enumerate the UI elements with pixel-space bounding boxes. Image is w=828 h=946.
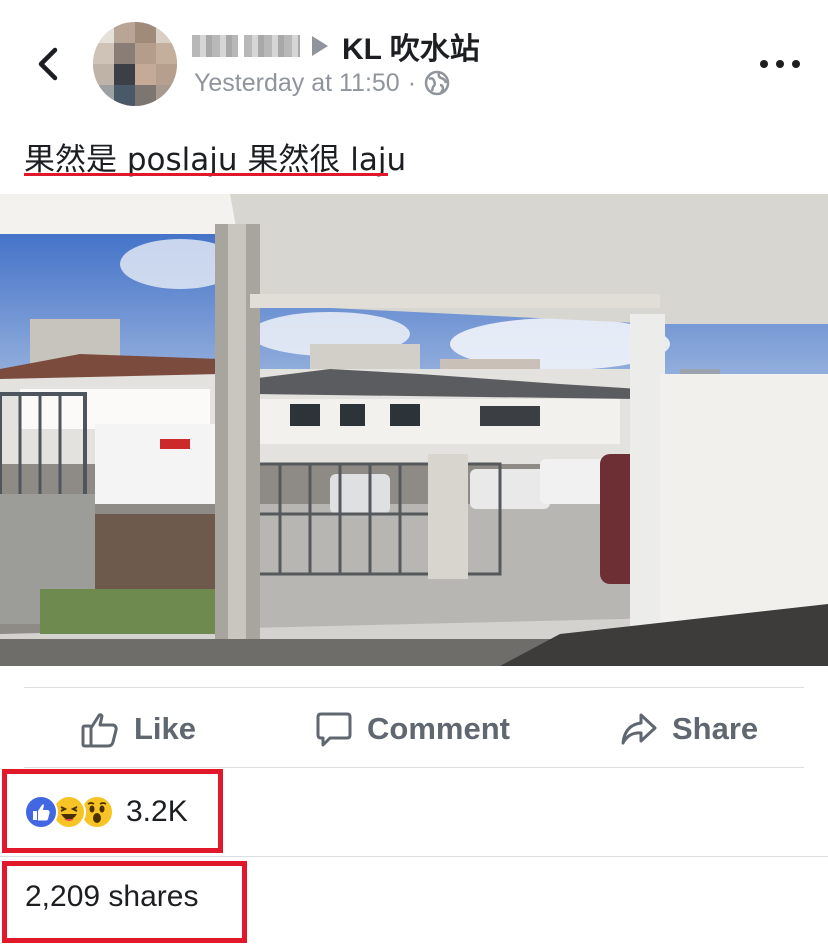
actions-divider-top: [24, 687, 804, 688]
thumbs-up-icon: [81, 713, 118, 748]
video-player[interactable]: [0, 194, 828, 666]
more-horizontal-icon: [760, 60, 768, 68]
author-line: KL 吹水站: [192, 26, 480, 66]
like-label: Like: [134, 711, 197, 746]
share-button[interactable]: Share: [620, 700, 758, 758]
post-header: KL 吹水站 Yesterday at 11:50 ·: [0, 0, 828, 120]
author-name-blurred[interactable]: [192, 35, 300, 57]
caption-highlight-underline: [24, 173, 388, 176]
comment-button[interactable]: Comment: [315, 700, 510, 758]
share-label: Share: [672, 711, 759, 746]
actions-divider-bottom: [24, 767, 804, 768]
group-name[interactable]: KL 吹水站: [342, 24, 480, 68]
share-count[interactable]: 2,209 shares: [25, 880, 198, 914]
more-options-button[interactable]: [760, 52, 800, 76]
comment-bubble-icon: [316, 712, 352, 747]
share-arrow-icon: [621, 713, 657, 745]
video-frame-image: [0, 194, 828, 666]
posted-to-arrow-icon: [312, 36, 328, 56]
meta-separator: ·: [407, 68, 417, 97]
like-button[interactable]: Like: [80, 700, 196, 758]
back-button[interactable]: [30, 44, 64, 84]
avatar-pixelated-image: [93, 22, 177, 106]
comment-label: Comment: [367, 711, 510, 746]
reactions-summary[interactable]: 3.2K: [24, 789, 188, 835]
reaction-count: 3.2K: [126, 795, 188, 828]
post-meta: Yesterday at 11:50 ·: [194, 66, 450, 100]
avatar[interactable]: [93, 22, 177, 106]
like-reaction-icon: [24, 795, 58, 829]
chevron-left-icon: [38, 47, 58, 81]
globe-icon: [424, 70, 450, 96]
stats-divider: [0, 856, 828, 857]
timestamp[interactable]: Yesterday at 11:50: [194, 69, 400, 98]
